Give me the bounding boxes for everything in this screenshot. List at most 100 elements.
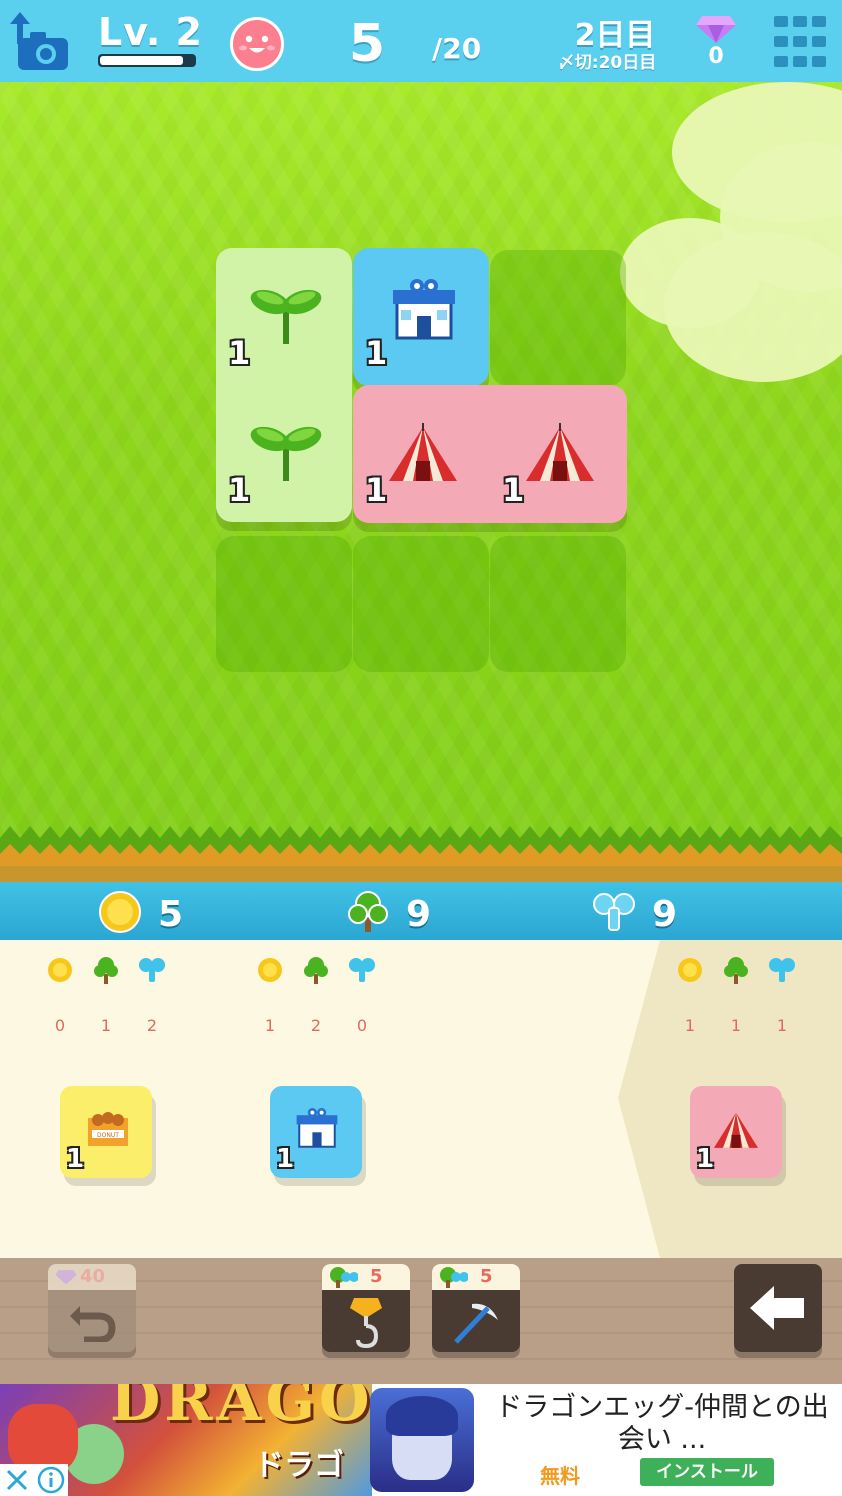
shop-item-cost: 1 2 0 — [256, 956, 386, 1035]
tile-level: 1 — [228, 471, 251, 509]
empty-slot[interactable] — [353, 536, 489, 672]
sprout-icon — [250, 289, 322, 344]
water-cost: 1 — [776, 1016, 788, 1035]
back-arrow-icon — [750, 1286, 804, 1330]
water-count: 9 — [652, 894, 678, 935]
ad-banner-sub: ドラゴン — [254, 1448, 344, 1496]
coin-count: 5 — [158, 894, 184, 935]
ad-close-icon[interactable] — [0, 1464, 34, 1496]
shop-item-tent[interactable]: 1 — [690, 1086, 782, 1178]
gem-icon — [55, 1270, 77, 1285]
mood-face-icon[interactable] — [230, 17, 284, 71]
item-level: 1 — [276, 1144, 295, 1174]
coin-cost: 0 — [54, 1016, 66, 1035]
undo-cost: 40 — [80, 1266, 106, 1287]
water-faucet-icon — [769, 958, 795, 982]
share-camera-icon — [10, 12, 68, 70]
pickaxe-icon — [454, 1303, 498, 1344]
sprout-cell[interactable]: 1 — [216, 248, 352, 384]
ad-app-icon[interactable] — [370, 1388, 474, 1492]
shop-item-house[interactable]: 1 — [270, 1086, 362, 1178]
gem-icon — [694, 14, 738, 44]
ad-price: 無料 — [540, 1464, 580, 1488]
tree-cost: 2 — [310, 1016, 322, 1035]
donut-shop-icon: DONUT — [88, 1112, 128, 1146]
ad-info-icon[interactable] — [34, 1464, 68, 1496]
tree-water-icon — [440, 1267, 468, 1288]
ground-border — [0, 826, 842, 882]
ad-title[interactable]: ドラゴンエッグ-仲間との出会い ... — [490, 1392, 834, 1456]
ad-banner[interactable]: DRAGO ドラゴン ドラゴンエッグ-仲間との出会い ... 無料 インストール — [0, 1384, 842, 1496]
donut-sign-text: DONUT — [97, 1132, 119, 1139]
water-cost: 2 — [146, 1016, 158, 1035]
house-icon — [296, 1107, 338, 1148]
tile-level: 1 — [228, 334, 251, 372]
tent-cell[interactable]: 1 — [353, 385, 489, 521]
tree-icon — [94, 957, 118, 984]
coin-icon — [48, 958, 72, 982]
coin-resource: 5 — [98, 890, 218, 935]
crane-hook-icon — [350, 1298, 382, 1349]
tent-icon — [389, 423, 457, 481]
top-bar: Lv. 2 5 /20 2日目 〆切:20日目 0 — [0, 0, 842, 82]
tile-level: 1 — [365, 471, 388, 509]
tree-icon — [304, 957, 328, 984]
turn-counter: 5 — [348, 14, 386, 74]
item-level: 1 — [66, 1144, 85, 1174]
grid-menu-button[interactable] — [772, 14, 828, 70]
coin-icon — [99, 891, 141, 933]
tile-level: 1 — [502, 471, 525, 509]
xp-progress-bar — [98, 54, 196, 67]
coin-icon — [678, 958, 702, 982]
tree-resource: 9 — [346, 890, 466, 935]
tree-icon — [348, 891, 388, 932]
turn-max: /20 — [432, 32, 482, 65]
empty-slot[interactable] — [490, 250, 626, 386]
water-resource: 9 — [592, 890, 712, 935]
tree-water-icon — [330, 1267, 358, 1288]
shop-item-cost: 0 1 2 — [46, 956, 176, 1035]
cloud-decoration — [664, 232, 842, 382]
empty-slot[interactable] — [216, 536, 352, 672]
water-faucet-icon — [139, 958, 165, 982]
tile-level: 1 — [365, 334, 388, 372]
game-board: 1 1 1 1 1 — [0, 82, 842, 882]
tent-cell[interactable]: 1 — [490, 385, 626, 521]
sprout-cell[interactable]: 1 — [216, 385, 352, 521]
shop-item-donut-shop[interactable]: DONUT 1 — [60, 1086, 152, 1178]
coin-icon — [258, 958, 282, 982]
shop-item-cost: 1 1 1 — [676, 956, 806, 1035]
empty-slot[interactable] — [490, 536, 626, 672]
house-icon — [393, 279, 455, 340]
share-screenshot-button[interactable] — [8, 10, 72, 72]
level-label: Lv. 2 — [98, 10, 203, 54]
item-level: 1 — [696, 1144, 715, 1174]
ad-character — [386, 1396, 458, 1436]
coin-cost: 1 — [264, 1016, 276, 1035]
water-cost: 0 — [356, 1016, 368, 1035]
pickaxe-cost: 5 — [480, 1266, 493, 1287]
resource-bar: 5 9 9 — [0, 882, 842, 940]
crane-button[interactable]: 5 — [322, 1264, 410, 1352]
ad-banner-logo: DRAGO — [110, 1384, 372, 1434]
tree-cost: 1 — [730, 1016, 742, 1035]
pickaxe-button[interactable]: 5 — [432, 1264, 520, 1352]
tree-icon — [724, 957, 748, 984]
deadline-label: 〆切:20日目 — [557, 53, 657, 73]
back-button[interactable] — [734, 1264, 822, 1352]
water-faucet-icon — [593, 893, 635, 931]
gem-count: 0 — [708, 44, 724, 69]
ad-install-button[interactable]: インストール — [640, 1458, 774, 1486]
water-faucet-icon — [349, 958, 375, 982]
coin-cost: 1 — [684, 1016, 696, 1035]
action-toolbar: 40 5 5 — [0, 1258, 842, 1384]
building-shop: 0 1 2 DONUT 1 1 2 0 1 1 1 1 1 — [0, 940, 842, 1258]
tree-cost: 1 — [100, 1016, 112, 1035]
tent-icon — [713, 1112, 759, 1148]
crane-cost: 5 — [370, 1266, 383, 1287]
tent-icon — [526, 423, 594, 481]
tree-count: 9 — [406, 894, 432, 935]
undo-button[interactable]: 40 — [48, 1264, 136, 1352]
house-cell[interactable]: 1 — [353, 248, 489, 384]
xp-progress-fill — [100, 56, 183, 65]
